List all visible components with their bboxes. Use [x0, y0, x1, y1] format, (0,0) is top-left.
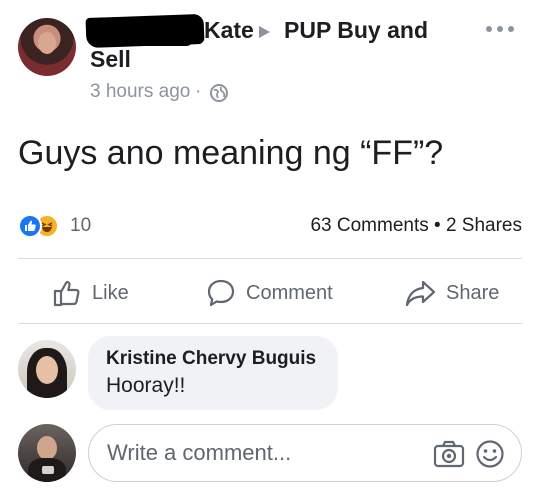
post-header: Kate PUP Buy and Sell 3 hours ago · [0, 0, 540, 115]
commenter-name[interactable]: Kristine Chervy Buguis [106, 348, 316, 370]
author-name[interactable]: Kate [204, 17, 254, 44]
comment-composer [0, 420, 540, 490]
post-text: Guys ano meaning ng “FF”? [18, 134, 444, 172]
commenter-avatar[interactable] [18, 340, 76, 398]
like-button[interactable]: Like [52, 278, 129, 308]
like-reaction-icon [18, 214, 42, 238]
comment-button[interactable]: Comment [206, 278, 333, 308]
comment-input-box[interactable] [88, 424, 522, 482]
share-label: Share [446, 281, 500, 304]
separator: · [195, 81, 202, 102]
share-button[interactable]: Share [404, 278, 499, 308]
emoji-icon[interactable] [475, 439, 505, 469]
comment-text: Hooray!! [106, 374, 186, 397]
current-user-avatar [18, 424, 76, 482]
share-arrow-icon [405, 280, 436, 307]
comment-label: Comment [246, 281, 333, 304]
group-name[interactable]: PUP Buy and [284, 17, 428, 44]
group-name-continued[interactable]: Sell [90, 46, 131, 73]
divider [18, 323, 522, 324]
reaction-count[interactable]: 10 [70, 215, 91, 237]
author-avatar[interactable] [18, 18, 76, 76]
comments-shares-count[interactable]: 63 Comments • 2 Shares [310, 215, 522, 237]
divider [18, 258, 522, 259]
reaction-summary[interactable]: 10 63 Comments • 2 Shares [18, 210, 522, 240]
right-arrow-icon [259, 26, 270, 38]
comment-input[interactable] [107, 425, 407, 481]
speech-bubble-icon [207, 279, 235, 307]
thumbs-up-icon [53, 280, 80, 307]
comment: Kristine Chervy Buguis Hooray!! [0, 336, 540, 416]
post-timestamp[interactable]: 3 hours ago [90, 81, 190, 103]
more-options-icon[interactable] [486, 24, 514, 34]
like-label: Like [92, 281, 129, 304]
post-actions: Like Comment Share [0, 262, 540, 322]
globe-icon [210, 84, 228, 102]
redacted-name-part [92, 36, 192, 46]
camera-icon[interactable] [433, 439, 465, 469]
comment-bubble: Kristine Chervy Buguis Hooray!! [88, 336, 338, 410]
